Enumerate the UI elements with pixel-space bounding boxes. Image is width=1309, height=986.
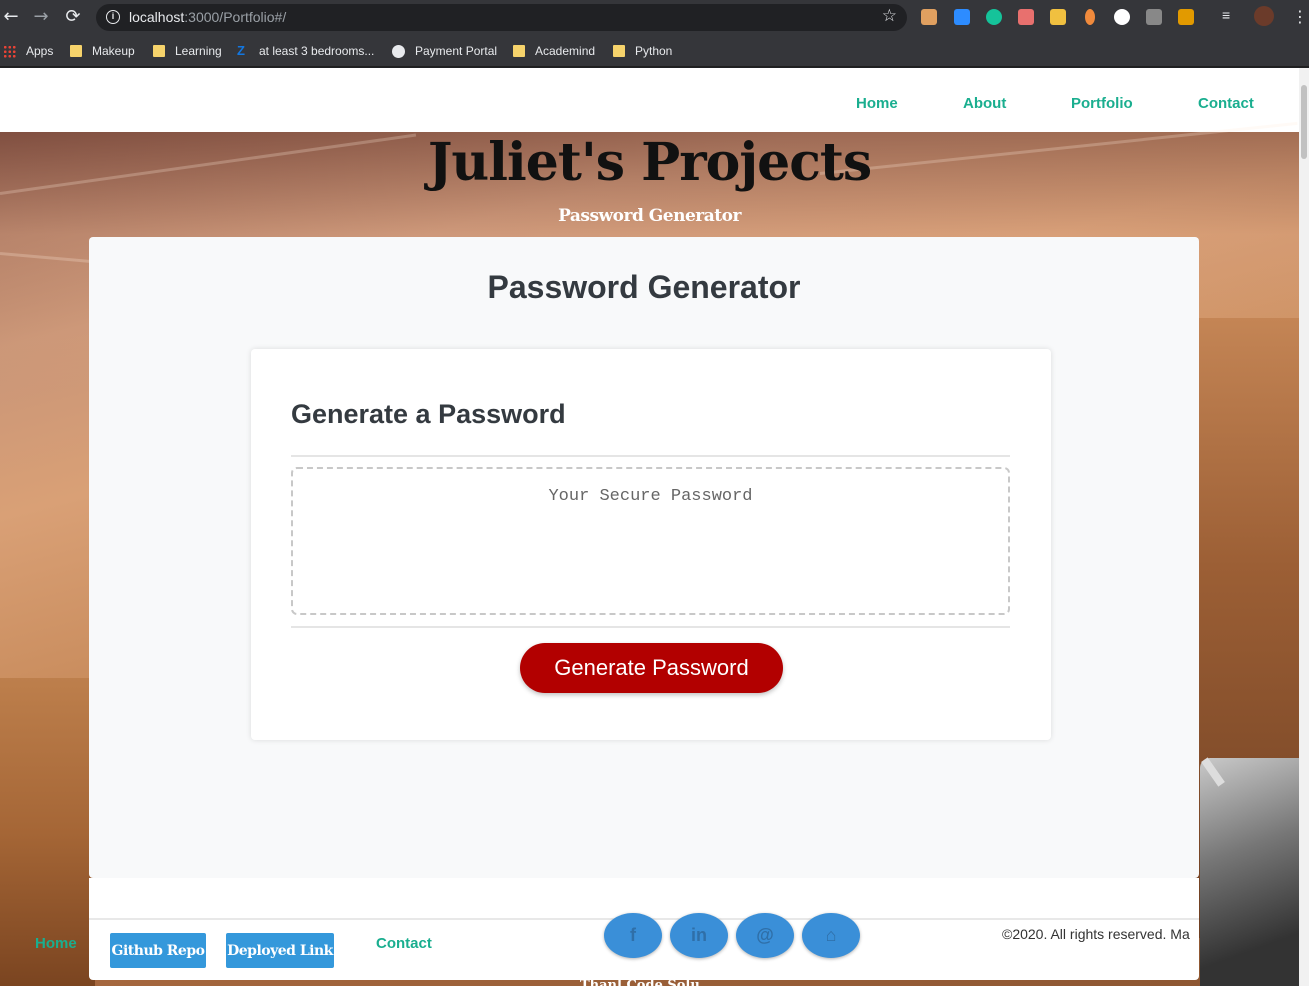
extension-icon[interactable] (1114, 9, 1130, 25)
rover-image (1200, 758, 1299, 986)
copyright-text: ©2020. All rights reserved. Ma (1002, 926, 1190, 942)
playlist-icon[interactable]: ≡ (1222, 7, 1238, 23)
extension-icon[interactable] (1178, 9, 1194, 25)
bookmark-label: at least 3 bedrooms... (259, 44, 375, 58)
bookmark-academind[interactable]: Academind (513, 43, 595, 59)
github-repo-button[interactable]: Github Repo (110, 933, 206, 968)
bookmark-label: Academind (535, 44, 596, 58)
bookmark-payment-portal[interactable]: Payment Portal (392, 43, 497, 59)
bookmark-makeup[interactable]: Makeup (70, 43, 135, 59)
nav-contact[interactable]: Contact (1198, 95, 1254, 112)
github-icon[interactable]: ⌂ (802, 913, 860, 958)
folder-icon (613, 45, 625, 57)
hero-title: Juliet's Projects (427, 132, 872, 193)
extension-icon[interactable] (921, 9, 937, 25)
bookmark-star-icon[interactable]: ☆ (882, 6, 897, 26)
apps-icon (3, 44, 16, 58)
page-scrollbar[interactable] (1299, 68, 1309, 986)
nav-home[interactable]: Home (856, 95, 898, 112)
app-title: Password Generator (487, 269, 801, 305)
footer-contact-link[interactable]: Contact (376, 935, 432, 952)
grammarly-icon[interactable] (986, 9, 1002, 25)
project-card: Password Generator Generate a Password G… (89, 237, 1199, 878)
bookmark-apps[interactable]: Apps (3, 43, 53, 59)
bookmark-label: Learning (175, 44, 222, 58)
extension-icon[interactable] (1085, 9, 1095, 25)
folder-icon (513, 45, 525, 57)
folder-icon (70, 45, 82, 57)
extension-icon[interactable] (1146, 9, 1162, 25)
bookmark-learning[interactable]: Learning (153, 43, 222, 59)
bookmark-label: Apps (26, 44, 54, 58)
linkedin-icon[interactable]: in (670, 913, 728, 958)
divider (291, 455, 1010, 457)
menu-icon[interactable]: ⋮ (1292, 7, 1308, 26)
url-text: localhost:3000/Portfolio#/ (129, 9, 286, 25)
bookmark-label: Python (635, 44, 673, 58)
facebook-icon[interactable]: f (604, 913, 662, 958)
forward-icon[interactable]: → (30, 6, 52, 28)
globe-icon (392, 44, 405, 58)
url-path: :3000/Portfolio#/ (184, 9, 287, 25)
divider (291, 626, 1010, 628)
site-navbar: Home About Portfolio Contact (0, 68, 1299, 132)
extension-icon[interactable] (1018, 9, 1034, 25)
scrollbar-thumb[interactable] (1301, 85, 1307, 159)
footer-home-link[interactable]: Home (35, 935, 77, 952)
card-header: Generate a Password (291, 399, 566, 429)
zillow-icon: Z (237, 43, 245, 58)
url-host: localhost (129, 9, 185, 25)
deployed-link-button[interactable]: Deployed Link (226, 933, 334, 968)
bookmark-zillow[interactable]: Zat least 3 bedrooms... (237, 43, 374, 59)
zoom-icon[interactable] (954, 9, 970, 25)
bookmarks-bar: Apps Makeup Learning Zat least 3 bedroom… (0, 35, 1309, 67)
nav-portfolio[interactable]: Portfolio (1071, 95, 1133, 112)
info-icon[interactable]: i (106, 10, 120, 24)
generator-card: Generate a Password Generate Password (251, 349, 1051, 740)
bookmark-label: Makeup (92, 44, 135, 58)
avatar[interactable] (1254, 6, 1274, 26)
email-icon[interactable]: @ (736, 913, 794, 958)
browser-toolbar: ← → ⟳ i localhost:3000/Portfolio#/ ☆ ≡ ⋮ (0, 0, 1309, 35)
nav-about[interactable]: About (963, 95, 1006, 112)
folder-icon (153, 45, 165, 57)
footer-bottom-text: Thanl Code Solu (580, 978, 700, 986)
bookmark-python[interactable]: Python (613, 43, 672, 59)
back-icon[interactable]: ← (0, 6, 22, 28)
generate-password-button[interactable]: Generate Password (520, 643, 783, 693)
password-output[interactable] (291, 467, 1010, 615)
address-bar[interactable]: i localhost:3000/Portfolio#/ ☆ (96, 4, 907, 31)
bookmark-label: Payment Portal (415, 44, 498, 58)
hero-subtitle: Password Generator (558, 206, 741, 226)
reload-icon[interactable]: ⟳ (62, 6, 84, 28)
page-viewport: Home About Portfolio Contact Juliet's Pr… (0, 68, 1299, 986)
extension-icon[interactable] (1050, 9, 1066, 25)
